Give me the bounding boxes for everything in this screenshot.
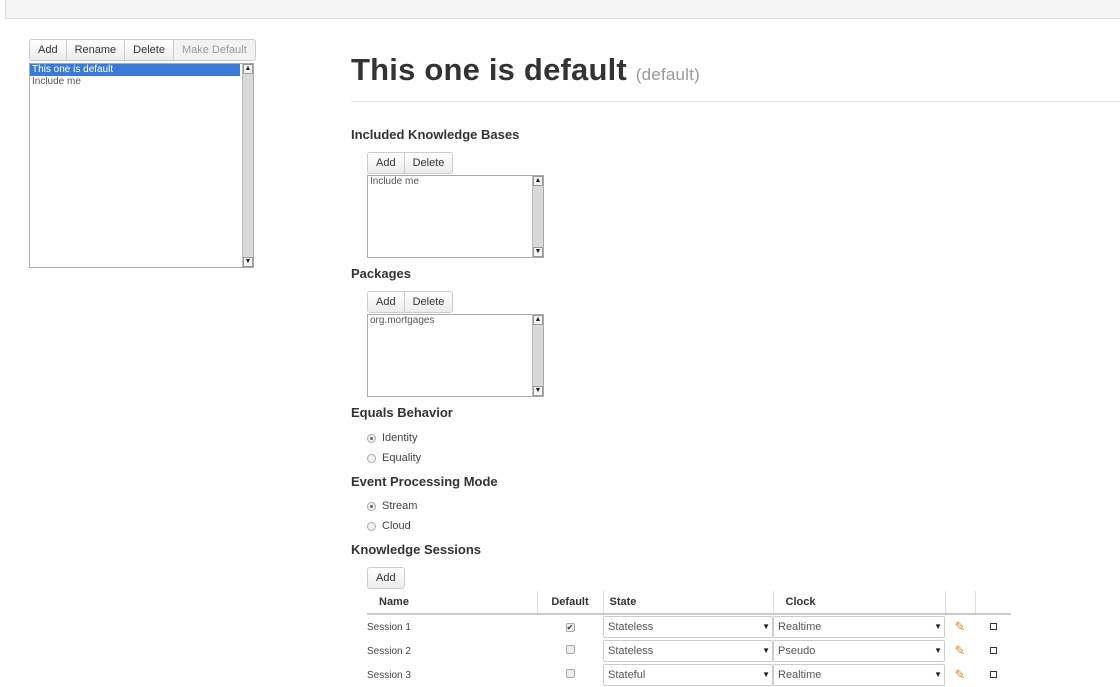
column-header-state: State xyxy=(602,591,773,615)
clock-select[interactable]: Realtime ▼ xyxy=(773,664,945,686)
state-select[interactable]: Stateless ▼ xyxy=(603,640,773,662)
rename-kbase-button[interactable]: Rename xyxy=(65,39,126,61)
included-toolbar: Add Delete xyxy=(367,152,454,174)
equals-heading: Equals Behavior xyxy=(351,405,453,420)
table-row: Session 1 ✔ Stateless ▼ Realtime ▼ ✎ xyxy=(367,614,1011,639)
included-heading: Included Knowledge Bases xyxy=(351,127,520,142)
session-name: Session 3 xyxy=(367,669,411,681)
dropdown-arrow-icon: ▼ xyxy=(934,646,942,655)
list-item[interactable]: Include me xyxy=(30,76,253,88)
packages-list[interactable]: org.mortgages ▲ ▼ xyxy=(367,314,544,397)
page-title: This one is default (default) xyxy=(351,52,700,88)
dropdown-arrow-icon: ▼ xyxy=(762,646,770,655)
session-name: Session 1 xyxy=(367,621,411,633)
column-header-name: Name xyxy=(367,591,537,615)
state-select[interactable]: Stateful ▼ xyxy=(603,664,773,686)
list-item[interactable]: Include me xyxy=(368,176,543,188)
radio-selected-icon[interactable] xyxy=(367,433,376,443)
sessions-table: Name Default State Clock Session 1 ✔ Sta… xyxy=(367,591,1011,687)
table-row: Session 2 Stateless ▼ Pseudo ▼ ✎ xyxy=(367,639,1011,663)
pencil-icon[interactable]: ✎ xyxy=(955,643,966,658)
state-select[interactable]: Stateless ▼ xyxy=(603,616,773,638)
column-header-clock: Clock xyxy=(772,591,945,615)
column-header-edit xyxy=(944,591,975,615)
default-checkbox[interactable]: ✔ xyxy=(565,622,575,632)
radio-label: Equality xyxy=(382,452,422,464)
scroll-down-icon[interactable]: ▼ xyxy=(533,247,543,257)
scrollbar[interactable]: ▲ ▼ xyxy=(532,315,543,396)
list-item[interactable]: org.mortgages xyxy=(368,315,543,327)
identity-radio[interactable]: Identity xyxy=(367,432,417,444)
radio-icon[interactable] xyxy=(367,521,376,531)
table-header: Name Default State Clock xyxy=(367,591,1011,615)
scrollbar[interactable]: ▲ ▼ xyxy=(532,176,543,257)
scrollbar[interactable]: ▲ ▼ xyxy=(242,64,253,267)
dropdown-arrow-icon: ▼ xyxy=(762,622,770,631)
radio-label: Stream xyxy=(382,500,418,512)
add-session-button[interactable]: Add xyxy=(367,567,405,589)
scroll-down-icon[interactable]: ▼ xyxy=(533,386,543,396)
top-bar xyxy=(5,0,1120,19)
list-item[interactable]: This one is default xyxy=(30,64,240,76)
radio-selected-icon[interactable] xyxy=(367,501,376,511)
default-checkbox[interactable] xyxy=(565,669,575,678)
dropdown-arrow-icon: ▼ xyxy=(934,670,942,679)
delete-kbase-button[interactable]: Delete xyxy=(124,39,174,61)
included-list[interactable]: Include me ▲ ▼ xyxy=(367,175,544,258)
scroll-up-icon[interactable]: ▲ xyxy=(533,315,543,325)
add-kbase-button[interactable]: Add xyxy=(29,39,67,61)
table-row: Session 3 Stateful ▼ Realtime ▼ ✎ xyxy=(367,663,1011,687)
clock-select[interactable]: Pseudo ▼ xyxy=(773,640,945,662)
kbase-toolbar: Add Rename Delete Make Default xyxy=(29,39,256,61)
default-tag: (default) xyxy=(635,65,700,84)
small-square-icon[interactable] xyxy=(989,670,997,678)
stream-radio[interactable]: Stream xyxy=(367,500,417,512)
dropdown-arrow-icon: ▼ xyxy=(762,670,770,679)
sessions-toolbar: Add xyxy=(367,567,405,589)
cloud-radio[interactable]: Cloud xyxy=(367,520,411,532)
dropdown-arrow-icon: ▼ xyxy=(934,622,942,631)
delete-included-button[interactable]: Delete xyxy=(403,152,454,174)
add-included-button[interactable]: Add xyxy=(367,152,405,174)
small-square-icon[interactable] xyxy=(989,622,997,630)
column-header-remove xyxy=(974,591,1011,615)
equality-radio[interactable]: Equality xyxy=(367,452,421,464)
event-mode-heading: Event Processing Mode xyxy=(351,474,498,489)
packages-toolbar: Add Delete xyxy=(367,291,454,313)
divider xyxy=(351,101,1120,102)
small-square-icon[interactable] xyxy=(989,646,997,654)
scroll-up-icon[interactable]: ▲ xyxy=(243,64,253,74)
make-default-button[interactable]: Make Default xyxy=(172,39,256,61)
scroll-up-icon[interactable]: ▲ xyxy=(533,176,543,186)
radio-label: Cloud xyxy=(382,520,411,532)
packages-heading: Packages xyxy=(351,266,411,281)
delete-package-button[interactable]: Delete xyxy=(403,291,454,313)
pencil-icon[interactable]: ✎ xyxy=(955,619,966,634)
clock-select[interactable]: Realtime ▼ xyxy=(773,616,945,638)
add-package-button[interactable]: Add xyxy=(367,291,405,313)
default-checkbox[interactable] xyxy=(565,645,575,654)
scroll-down-icon[interactable]: ▼ xyxy=(243,257,253,267)
pencil-icon[interactable]: ✎ xyxy=(955,667,966,682)
session-name: Session 2 xyxy=(367,645,411,657)
kbase-list[interactable]: This one is default Include me ▲ ▼ xyxy=(29,63,254,268)
kbase-name: This one is default xyxy=(351,52,627,87)
sessions-heading: Knowledge Sessions xyxy=(351,542,482,557)
radio-label: Identity xyxy=(382,432,418,444)
radio-icon[interactable] xyxy=(367,453,376,463)
column-header-default: Default xyxy=(536,591,603,615)
